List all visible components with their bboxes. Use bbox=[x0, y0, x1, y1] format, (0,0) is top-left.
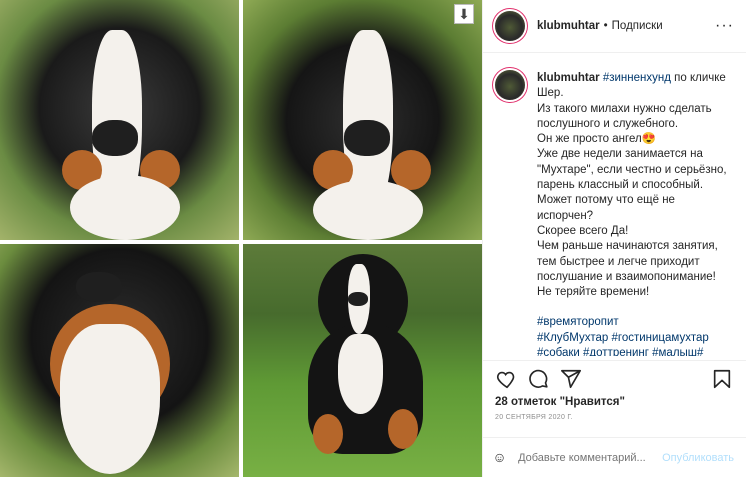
caption-hashtags[interactable]: #времяторопит #КлубМухтар #гостиницамухт… bbox=[537, 315, 727, 356]
following-button[interactable]: Подписки bbox=[612, 20, 663, 32]
download-icon[interactable]: ⬇ bbox=[454, 4, 474, 24]
photo-tile-1 bbox=[0, 0, 239, 240]
comments-area[interactable]: klubmuhtar #зинненхунд по кличке Шер. Из… bbox=[483, 58, 746, 356]
photo-tile-2 bbox=[243, 0, 482, 240]
post-header: klubmuhtar • Подписки ··· bbox=[483, 0, 746, 53]
avatar[interactable] bbox=[495, 11, 525, 41]
comment-input[interactable] bbox=[516, 451, 663, 465]
post-modal: ⬇ klubmuhtar • Подписки ··· klubmuhtar #… bbox=[0, 0, 746, 477]
caption-text: klubmuhtar #зинненхунд по кличке Шер. Из… bbox=[537, 71, 727, 356]
action-bar bbox=[483, 360, 746, 397]
likes-count[interactable]: 28 отметок "Нравится" bbox=[495, 396, 625, 408]
header-username[interactable]: klubmuhtar bbox=[537, 20, 600, 32]
caption-username[interactable]: klubmuhtar bbox=[537, 72, 600, 84]
likes-label[interactable]: "Нравится" bbox=[560, 396, 625, 408]
photo-tile-3 bbox=[0, 244, 239, 477]
photo-tile-4 bbox=[243, 244, 482, 477]
post-date[interactable]: 20 СЕНТЯБРЯ 2020 Г. bbox=[495, 414, 573, 421]
caption-body: Из такого милахи нужно сделать послушног… bbox=[537, 102, 727, 299]
bookmark-icon[interactable] bbox=[710, 367, 734, 391]
add-comment-bar: Опубликовать bbox=[483, 437, 746, 478]
post-comment-button[interactable]: Опубликовать bbox=[662, 452, 734, 464]
share-icon[interactable] bbox=[559, 367, 583, 391]
caption-avatar[interactable] bbox=[495, 70, 525, 100]
more-options-icon[interactable]: ··· bbox=[715, 18, 734, 34]
post-sidebar: klubmuhtar • Подписки ··· klubmuhtar #зи… bbox=[482, 0, 746, 477]
heart-icon[interactable] bbox=[495, 367, 519, 391]
post-image[interactable]: ⬇ bbox=[0, 0, 482, 477]
emoji-icon[interactable] bbox=[495, 448, 504, 468]
caption-hashtag[interactable]: #зинненхунд bbox=[603, 72, 671, 84]
separator-dot: • bbox=[603, 20, 608, 32]
caption: klubmuhtar #зинненхунд по кличке Шер. Из… bbox=[495, 58, 734, 356]
likes-number[interactable]: 28 отметок bbox=[495, 396, 556, 408]
comment-icon[interactable] bbox=[527, 367, 551, 391]
